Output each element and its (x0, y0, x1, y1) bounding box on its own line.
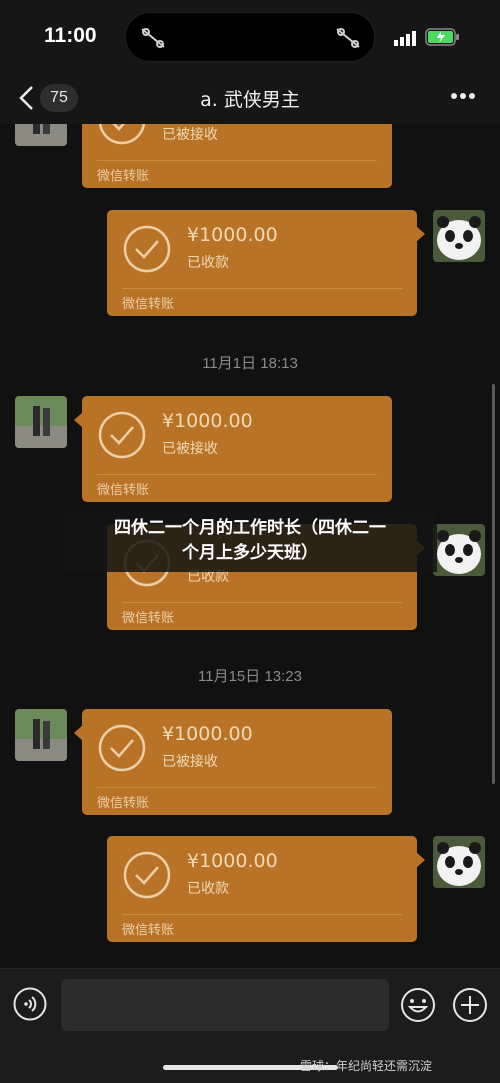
plus-icon[interactable] (452, 987, 488, 1023)
paperclip-icon (141, 28, 165, 48)
message-input[interactable] (61, 979, 389, 1031)
transfer-footer: 微信转账 (97, 483, 150, 498)
check-circle-icon (98, 724, 146, 772)
banner-line-2: 个月上多少天班） (182, 543, 318, 563)
transfer-bubble[interactable]: ¥1000.00 已被接收 微信转账 (74, 396, 392, 502)
divider (122, 288, 402, 289)
check-circle-icon (98, 124, 146, 145)
avatar[interactable] (15, 709, 67, 761)
chevron-left-icon[interactable] (16, 84, 38, 112)
transfer-amount: ¥1000.00 (187, 224, 278, 246)
transfer-amount: ¥1000.00 (162, 410, 253, 432)
more-icon[interactable] (450, 92, 476, 100)
transfer-footer: 微信转账 (122, 923, 175, 938)
divider (97, 787, 377, 788)
nav-bar: 75 a. 武侠男主 (0, 72, 500, 124)
dynamic-island (125, 12, 375, 62)
transfer-status: 已被接收 (162, 754, 218, 770)
unread-badge[interactable]: 75 (40, 84, 78, 112)
scrollbar[interactable] (492, 384, 495, 784)
avatar[interactable] (15, 124, 67, 146)
transfer-bubble[interactable]: ¥1000.00 已被接收 微信转账 (74, 709, 392, 815)
avatar[interactable] (433, 524, 485, 576)
transfer-footer: 微信转账 (122, 611, 175, 626)
watermark: 雪球：年纪尚轻还需沉淀 (300, 1059, 433, 1073)
voice-icon[interactable] (13, 987, 47, 1021)
check-circle-icon (98, 411, 146, 459)
transfer-footer: 微信转账 (122, 297, 175, 312)
divider (122, 914, 402, 915)
article-title-banner: 四休二一个月的工作时长（四休二一 个月上多少天班） (63, 510, 437, 572)
check-circle-icon (123, 225, 171, 273)
paperclip-icon (336, 28, 360, 48)
transfer-bubble[interactable]: ¥1000.00 已收款 微信转账 (107, 836, 425, 942)
transfer-amount: ¥1000.00 (162, 723, 253, 745)
transfer-status: 已收款 (187, 255, 229, 271)
divider (122, 602, 402, 603)
check-circle-icon (123, 851, 171, 899)
banner-line-1: 四休二一个月的工作时长（四休二一 (114, 518, 386, 538)
avatar[interactable] (433, 836, 485, 888)
transfer-status: 已收款 (187, 881, 229, 897)
divider (97, 474, 377, 475)
avatar[interactable] (15, 396, 67, 448)
battery-icon (425, 28, 459, 46)
transfer-footer: 微信转账 (97, 169, 150, 184)
status-time: 11:00 (44, 24, 97, 47)
transfer-amount: ¥1000.00 (187, 850, 278, 872)
timestamp: 11月1日 18:13 (202, 355, 298, 372)
transfer-footer: 微信转账 (97, 796, 150, 811)
status-bar: 11:00 (0, 0, 500, 72)
divider (97, 160, 377, 161)
transfer-bubble[interactable]: 已被接收 微信转账 (82, 124, 392, 188)
signal-icon (394, 31, 416, 46)
transfer-status: 已被接收 (162, 127, 218, 143)
transfer-bubble[interactable]: ¥1000.00 已收款 微信转账 (107, 210, 425, 316)
chat-title: a. 武侠男主 (200, 89, 300, 111)
emoji-icon[interactable] (400, 987, 436, 1023)
timestamp: 11月15日 13:23 (198, 668, 302, 685)
avatar[interactable] (433, 210, 485, 262)
transfer-status: 已被接收 (162, 441, 218, 457)
